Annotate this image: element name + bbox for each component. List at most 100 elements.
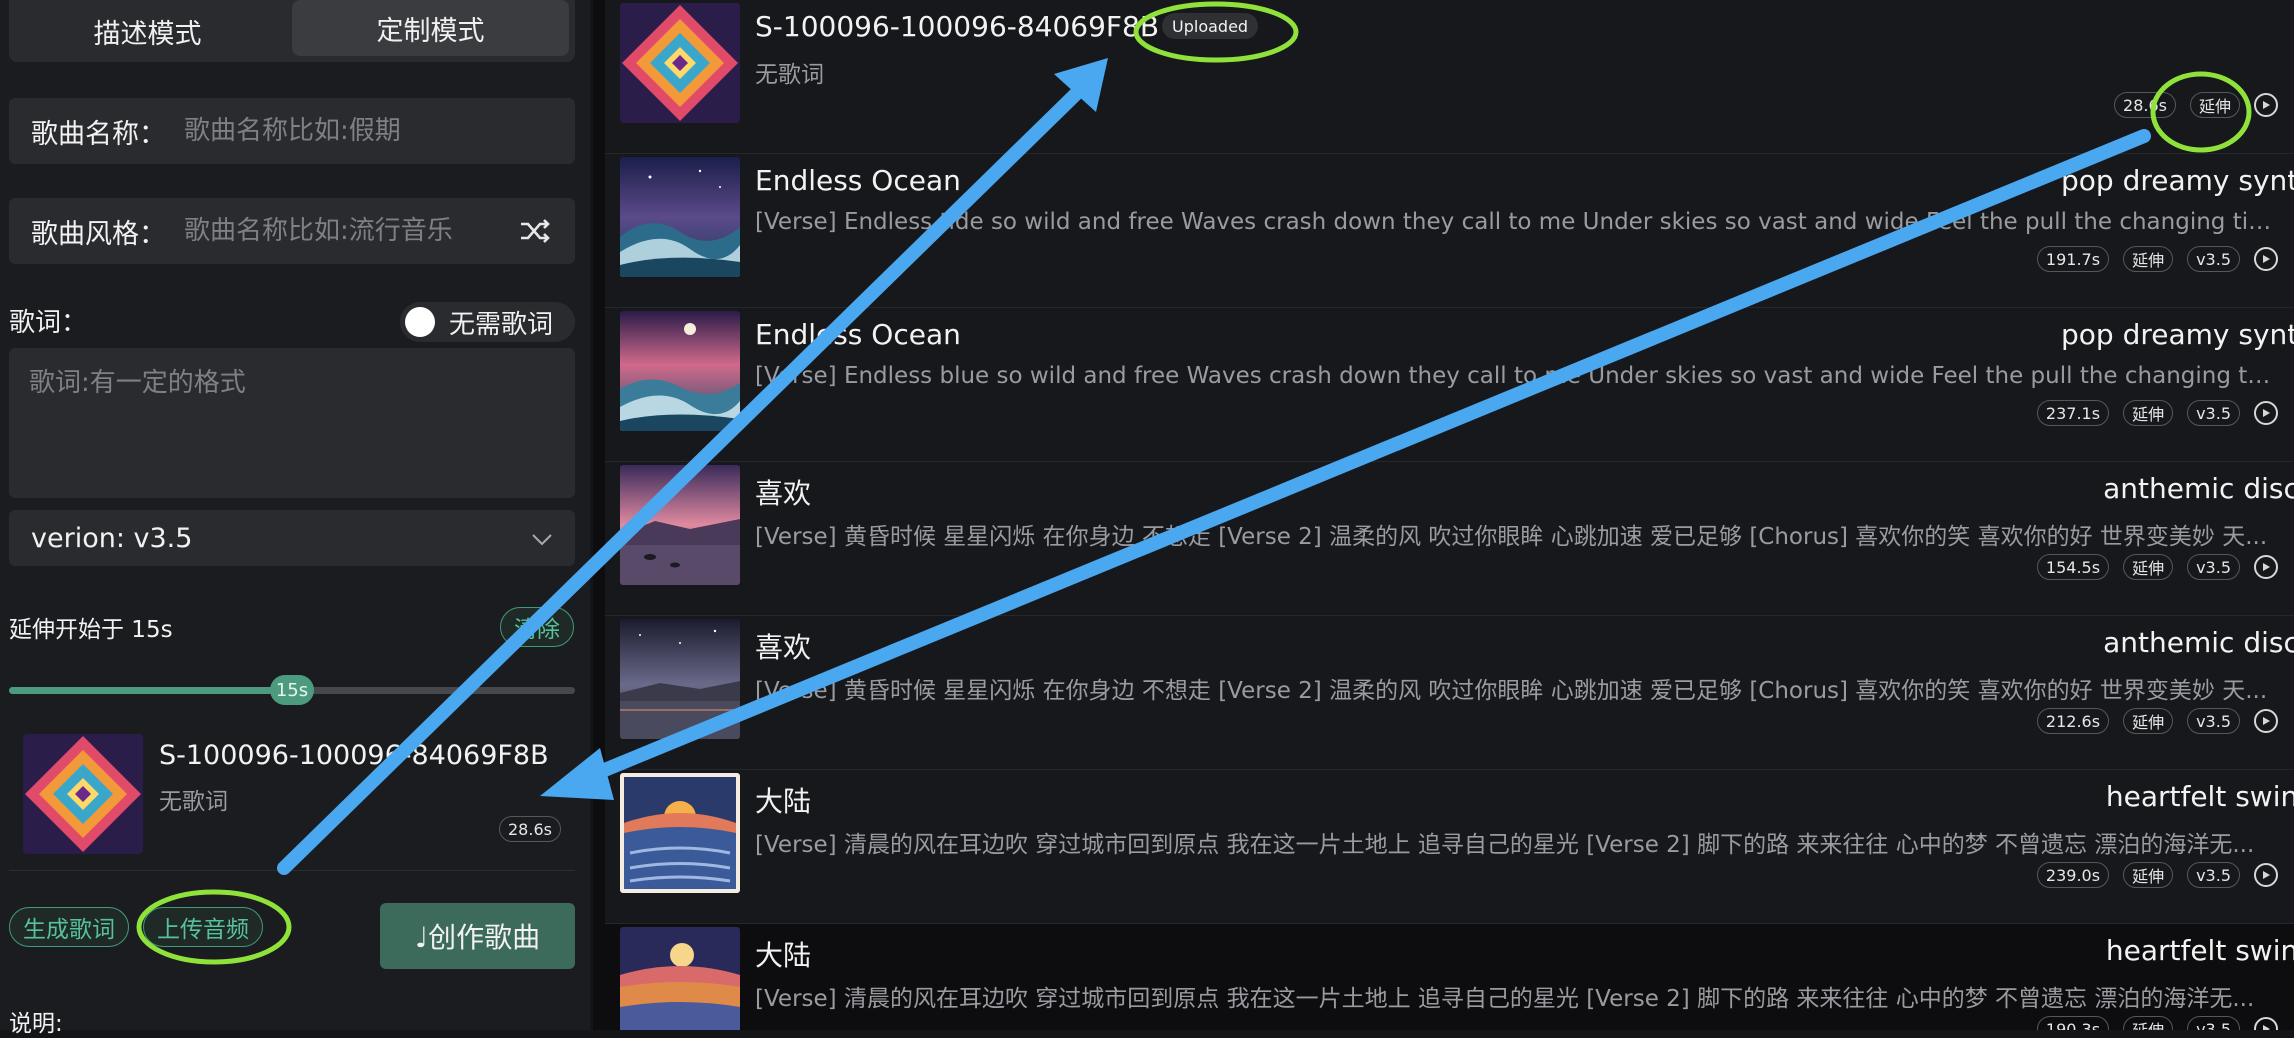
play-icon[interactable] — [2254, 709, 2278, 733]
extend-button[interactable]: 延伸 — [2123, 1016, 2174, 1030]
song-lyrics: [Verse] 黄昏时候 星星闪烁 在你身边 不想走 [Verse 2] 温柔的… — [755, 524, 2268, 550]
generate-lyrics-button[interactable]: 生成歌词 — [9, 907, 129, 947]
song-cover — [620, 3, 740, 123]
extend-button[interactable]: 延伸 — [2123, 862, 2174, 888]
song-duration: 154.5s — [2036, 554, 2110, 580]
song-row[interactable]: 喜欢 anthemic disco [Verse] 黄昏时候 星星闪烁 在你身边… — [605, 616, 2294, 770]
song-row[interactable]: 大陆 heartfelt swing [Verse] 清晨的风在耳边吹 穿过城市… — [605, 924, 2294, 1030]
song-duration: 237.1s — [2036, 400, 2110, 426]
song-style: pop dreamy synth — [2060, 164, 2294, 197]
play-icon[interactable] — [2254, 1017, 2278, 1030]
chevron-down-icon — [531, 523, 553, 554]
create-song-button[interactable]: ♩创作歌曲 — [380, 903, 575, 969]
extend-button[interactable]: 延伸 — [2123, 554, 2174, 580]
song-actions: 212.6s 延伸 v3.5 ⋮ — [2036, 708, 2294, 734]
song-lyrics: [Verse] 清晨的风在耳边吹 穿过城市回到原点 我在这一片土地上 追寻自己的… — [755, 986, 2255, 1012]
song-row[interactable]: 喜欢 anthemic disco [Verse] 黄昏时候 星星闪烁 在你身边… — [605, 462, 2294, 616]
song-cover — [620, 311, 740, 431]
play-icon[interactable] — [2254, 93, 2278, 117]
song-lyrics: [Verse] 黄昏时候 星星闪烁 在你身边 不想走 [Verse 2] 温柔的… — [755, 678, 2268, 704]
extend-button[interactable]: 延伸 — [2189, 92, 2240, 118]
version-badge: v3.5 — [2187, 246, 2240, 272]
mode-tabs: 描述模式 定制模式 — [9, 0, 575, 62]
create-panel: 描述模式 定制模式 歌曲名称： 歌曲风格： 歌词： 无需歌词 verion: v… — [0, 0, 590, 1037]
song-lyrics: [Verse] 清晨的风在耳边吹 穿过城市回到原点 我在这一片土地上 追寻自己的… — [755, 832, 2255, 858]
shuffle-icon[interactable] — [517, 213, 553, 249]
song-style: anthemic disco — [2103, 472, 2294, 505]
song-list: S-100096-100096-84069F8B Uploaded 无歌词 28… — [593, 0, 2294, 1030]
lyrics-label: 歌词： — [9, 308, 88, 338]
song-title: S-100096-100096-84069F8B — [755, 10, 1160, 43]
song-cover — [620, 465, 740, 585]
toggle-knob — [405, 307, 435, 337]
version-badge: v3.5 — [2187, 862, 2240, 888]
song-actions: 28.6s 延伸 ⋮ — [2114, 92, 2294, 118]
song-cover — [620, 619, 740, 739]
upload-audio-button[interactable]: 上传音频 — [143, 907, 263, 947]
song-row[interactable]: Endless Ocean pop dreamy synth [Verse] E… — [605, 308, 2294, 462]
song-style-field: 歌曲风格： — [9, 198, 575, 264]
song-style: pop dreamy synth — [2060, 318, 2294, 351]
note-label: 说明: — [9, 1011, 63, 1037]
song-duration: 239.0s — [2036, 862, 2110, 888]
version-badge: v3.5 — [2187, 708, 2240, 734]
song-lyrics: [Verse] Endless tide so wild and free Wa… — [755, 209, 2275, 235]
uploaded-badge: Uploaded — [1162, 13, 1259, 39]
song-title: Endless Ocean — [755, 164, 961, 197]
song-cover — [620, 157, 740, 277]
song-actions: 191.7s 延伸 v3.5 ⋮ — [2036, 246, 2294, 272]
song-actions: 190.3s 延伸 v3.5 ⋮ — [2036, 1016, 2294, 1030]
song-style: anthemic disco — [2103, 626, 2294, 659]
song-style: heartfelt swing — [2105, 780, 2294, 813]
song-style-input[interactable] — [182, 215, 517, 247]
song-actions: 154.5s 延伸 v3.5 ⋮ — [2036, 554, 2294, 580]
extend-button[interactable]: 延伸 — [2123, 246, 2174, 272]
lyrics-input[interactable] — [9, 348, 575, 498]
song-duration: 190.3s — [2036, 1016, 2110, 1030]
song-name-label: 歌曲名称： — [31, 118, 166, 150]
play-icon[interactable] — [2254, 863, 2278, 887]
song-style: heartfelt swing — [2105, 934, 2294, 967]
play-icon[interactable] — [2254, 247, 2278, 271]
version-value: verion: v3.5 — [31, 522, 193, 554]
song-title: 大陆 — [755, 785, 812, 818]
song-cover — [620, 773, 740, 893]
song-row[interactable]: Endless Ocean pop dreamy synth [Verse] E… — [605, 154, 2294, 308]
version-badge: v3.5 — [2187, 1016, 2240, 1030]
song-name-field: 歌曲名称： — [9, 98, 575, 164]
slider-thumb[interactable]: 15s — [270, 675, 314, 705]
song-title: 喜欢 — [755, 631, 812, 664]
song-row[interactable]: S-100096-100096-84069F8B Uploaded 无歌词 28… — [605, 0, 2294, 154]
tab-description-mode[interactable]: 描述模式 — [9, 0, 286, 62]
play-icon[interactable] — [2254, 555, 2278, 579]
song-cover — [620, 927, 740, 1030]
song-name-input[interactable] — [182, 115, 553, 147]
extend-slider[interactable]: 15s — [9, 675, 575, 705]
song-title: Endless Ocean — [755, 318, 961, 351]
version-select[interactable]: verion: v3.5 — [9, 510, 575, 566]
version-badge: v3.5 — [2187, 554, 2240, 580]
no-lyrics-label: 无需歌词 — [449, 309, 554, 340]
song-actions: 237.1s 延伸 v3.5 ⋮ — [2036, 400, 2294, 426]
extend-button[interactable]: 延伸 — [2123, 708, 2174, 734]
slider-fill — [9, 687, 292, 694]
selected-song-card: S-100096-100096-84069F8B 无歌词 28.6s — [9, 720, 575, 871]
play-icon[interactable] — [2254, 401, 2278, 425]
song-title: 喜欢 — [755, 477, 812, 510]
song-lyrics: [Verse] Endless blue so wild and free Wa… — [755, 363, 2275, 389]
selected-song-subtitle: 无歌词 — [159, 789, 228, 815]
clear-button[interactable]: 清除 — [500, 607, 574, 647]
song-title: 大陆 — [755, 939, 812, 972]
tab-custom-mode[interactable]: 定制模式 — [292, 0, 569, 56]
no-lyrics-toggle[interactable]: 无需歌词 — [400, 302, 575, 342]
song-duration: 28.6s — [2114, 92, 2176, 118]
version-badge: v3.5 — [2187, 400, 2240, 426]
extend-button[interactable]: 延伸 — [2123, 400, 2174, 426]
extend-start-label: 延伸开始于 15s — [9, 617, 173, 643]
song-duration: 191.7s — [2036, 246, 2110, 272]
song-actions: 239.0s 延伸 v3.5 ⋮ — [2036, 862, 2294, 888]
song-subtitle: 无歌词 — [755, 62, 824, 88]
song-row[interactable]: 大陆 heartfelt swing [Verse] 清晨的风在耳边吹 穿过城市… — [605, 770, 2294, 924]
song-style-label: 歌曲风格： — [31, 218, 166, 250]
selected-song-duration: 28.6s — [499, 816, 561, 842]
